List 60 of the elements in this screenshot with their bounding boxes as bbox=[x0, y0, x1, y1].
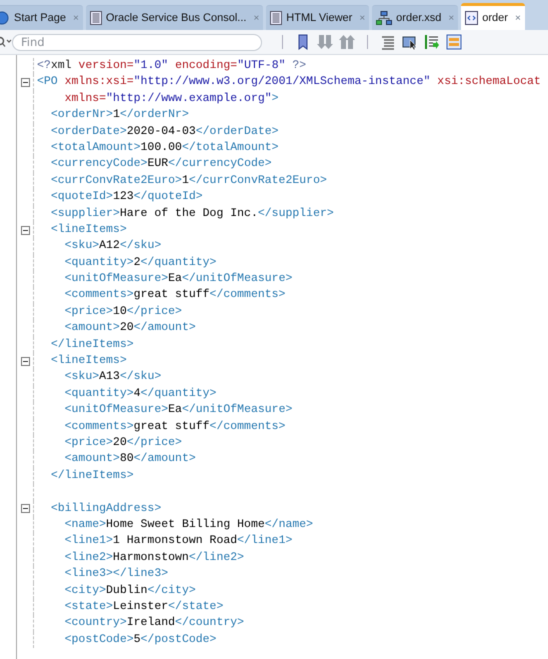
code-line: <country>Ireland</country> bbox=[64, 615, 244, 632]
panel-icon[interactable] bbox=[446, 34, 462, 50]
code-line: <sku>A12</sku> bbox=[64, 238, 162, 254]
code-line: <quoteId>123</quoteId> bbox=[50, 189, 203, 206]
code-line: <amount>20</amount> bbox=[64, 320, 196, 336]
code-line: <sku>A13</sku> bbox=[64, 369, 162, 386]
code-line: <comments>great stuff</comments> bbox=[64, 418, 286, 435]
schema-icon bbox=[376, 11, 392, 25]
collapse-icon[interactable] bbox=[20, 504, 30, 514]
code-line: <billingAddress> bbox=[50, 500, 162, 517]
list-arrow-icon[interactable] bbox=[424, 34, 440, 50]
tab-label: order bbox=[482, 12, 508, 24]
code-line: <price>10</price> bbox=[64, 304, 182, 320]
code-line: <supplier>Hare of the Dog Inc.</supplier> bbox=[50, 206, 334, 222]
code-line: <unitOfMeasure>Ea</unitOfMeasure> bbox=[64, 271, 292, 288]
tab-label: HTML Viewer bbox=[286, 12, 352, 24]
code-line: <line2>Harmonstown</line2> bbox=[64, 550, 244, 566]
find-field[interactable]: Find bbox=[12, 34, 262, 50]
editor-tab[interactable]: HTML Viewer × bbox=[266, 5, 370, 30]
code-line: <orderDate>2020-04-03</orderDate> bbox=[50, 124, 279, 140]
code-line: </lineItems> bbox=[50, 336, 134, 353]
code-line: <currencyCode>EUR</currencyCode> bbox=[50, 156, 272, 172]
code-line: <postCode>5</postCode> bbox=[64, 632, 216, 648]
code-line: <totalAmount>100.00</totalAmount> bbox=[50, 140, 279, 156]
code-line: <?xml version="1.0" encoding="UTF-8" ?> bbox=[37, 58, 306, 74]
editor-tab[interactable]: Oracle Service Bus Consol... × bbox=[86, 5, 264, 30]
pointer-icon[interactable] bbox=[402, 34, 418, 50]
code-line: <price>20</price> bbox=[64, 434, 182, 451]
code-line: <quantity>2</quantity> bbox=[64, 254, 216, 271]
collapse-icon[interactable] bbox=[20, 226, 30, 235]
code-line: <state>Leinster</state> bbox=[64, 598, 224, 615]
close-icon[interactable]: × bbox=[514, 12, 521, 24]
editor-tab[interactable]: order × bbox=[461, 3, 525, 30]
tab-label: order.xsd bbox=[396, 12, 442, 24]
collapse-icon[interactable] bbox=[20, 356, 30, 366]
code-line: <amount>80</amount> bbox=[64, 451, 196, 468]
editor-tab[interactable]: Start Page × bbox=[0, 5, 83, 30]
editor-tab[interactable]: order.xsd × bbox=[372, 5, 458, 30]
code-line: <PO xmlns:xsi="http://www.w3.org/2001/XMLSchema-instance" xsi:schemaLocat bbox=[37, 74, 541, 90]
collapse-icon[interactable] bbox=[20, 78, 30, 88]
code-line: <quantity>4</quantity> bbox=[64, 386, 216, 402]
code-line: <orderNr>1</orderNr> bbox=[50, 107, 189, 124]
xml-file-icon bbox=[465, 11, 478, 25]
code-line: xmlns="http://www.example.org"> bbox=[64, 90, 279, 107]
code-line: </lineItems> bbox=[50, 468, 134, 484]
code-line: <currConvRate2Euro>1</currConvRate2Euro> bbox=[50, 172, 327, 189]
lines-icon[interactable] bbox=[380, 34, 396, 50]
code-line: <unitOfMeasure>Ea</unitOfMeasure> bbox=[64, 402, 292, 418]
code-line: <name>Home Sweet Billing Home</name> bbox=[64, 516, 314, 533]
tab-label: Start Page bbox=[14, 12, 66, 24]
code-line: <lineItems> bbox=[50, 222, 127, 238]
search-icon[interactable] bbox=[0, 36, 12, 48]
tab-label: Oracle Service Bus Consol... bbox=[106, 12, 246, 24]
code-line: <line3></line3> bbox=[64, 566, 168, 582]
code-line: <lineItems> bbox=[50, 353, 127, 370]
code-line: <city>Dublin</city> bbox=[64, 582, 196, 598]
document-icon bbox=[270, 11, 282, 25]
code-line: <line1>1 Harmonstown Road</line1> bbox=[64, 533, 292, 550]
document-icon bbox=[90, 11, 102, 25]
code-line: <comments>great stuff</comments> bbox=[64, 287, 286, 304]
